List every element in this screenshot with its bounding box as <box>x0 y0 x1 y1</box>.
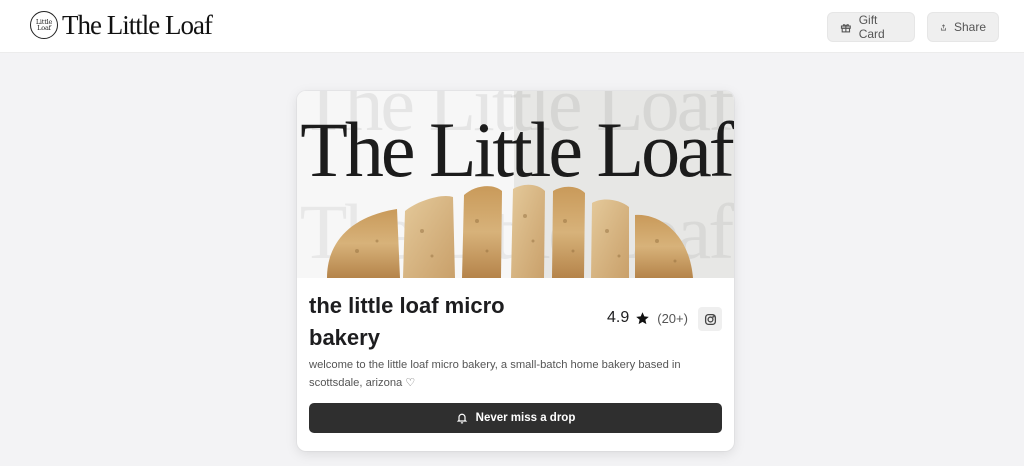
instagram-icon <box>704 313 716 325</box>
brand-name: The Little Loaf <box>62 9 213 40</box>
bell-icon <box>456 413 467 424</box>
share-icon <box>940 23 946 30</box>
share-button[interactable]: Share <box>927 12 999 42</box>
never-miss-a-drop-button[interactable]: Never miss a drop <box>309 403 722 433</box>
shop-rating: 4.9 (20+) <box>607 309 688 327</box>
shop-banner-image: The Little Loaf The Little Loaf The Litt… <box>297 91 734 278</box>
gift-card-label: Gift Card <box>858 13 885 41</box>
gift-icon <box>840 23 851 32</box>
share-label: Share <box>953 20 986 34</box>
brand-badge-icon: Little Loaf <box>30 11 58 39</box>
instagram-button[interactable] <box>698 307 722 331</box>
star-icon <box>636 311 649 324</box>
brand-badge-line2: Loaf <box>37 24 51 32</box>
rating-value: 4.9 <box>607 309 630 326</box>
brand-logo[interactable]: Little Loaf The Little Loaf <box>30 9 213 40</box>
review-count: (20+) <box>657 310 688 326</box>
shop-card: The Little Loaf The Little Loaf The Litt… <box>297 91 734 451</box>
cta-label: Never miss a drop <box>475 412 576 424</box>
shop-description: welcome to the little loaf micro bakery,… <box>309 359 681 389</box>
bread-loaves-illustration <box>327 184 693 278</box>
shop-name: the little loaf micro bakery <box>309 293 505 350</box>
top-header: Little Loaf The Little Loaf Gift Card Sh… <box>0 0 1024 53</box>
gift-card-button[interactable]: Gift Card <box>827 12 915 42</box>
